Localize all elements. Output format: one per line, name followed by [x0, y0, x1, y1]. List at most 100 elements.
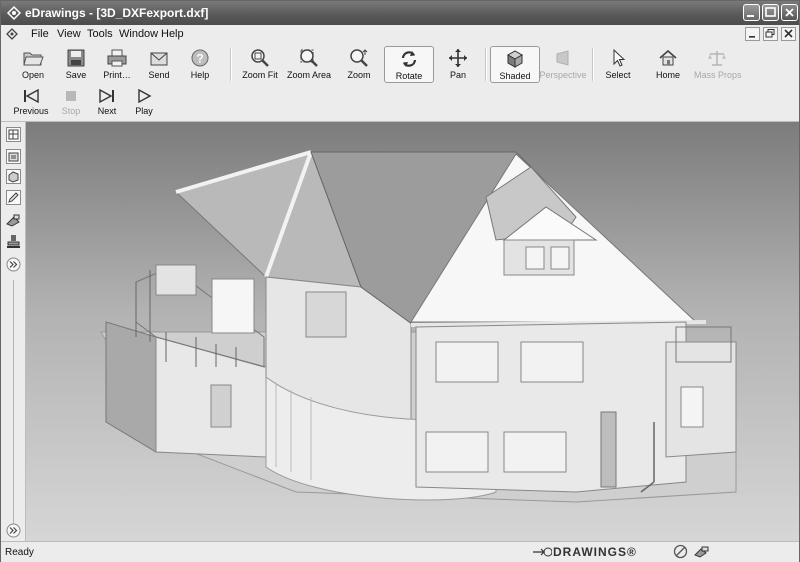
close-icon	[785, 8, 794, 17]
pan-button[interactable]: Pan	[436, 48, 480, 80]
save-disk-icon	[67, 49, 85, 67]
doc-restore-icon	[765, 29, 775, 38]
doc-close-icon	[784, 29, 793, 38]
next-icon	[99, 88, 114, 104]
print-label: Print…	[103, 70, 131, 80]
edrawings-app-icon	[6, 5, 22, 21]
configurations-panel-button[interactable]	[6, 169, 21, 184]
next-button[interactable]: Next	[91, 88, 123, 116]
components-panel-button[interactable]	[6, 149, 21, 164]
status-text: Ready	[5, 547, 34, 558]
zoom-area-label: Zoom Area	[286, 70, 332, 80]
stop-icon	[66, 91, 76, 101]
help-button[interactable]: ? Help	[178, 48, 222, 80]
select-button[interactable]: Select	[598, 48, 638, 80]
double-chevron-right-icon	[6, 523, 21, 538]
edrawings-logo-icon	[533, 547, 552, 557]
application-window: eDrawings - [3D_DXFexport.dxf] File View…	[0, 0, 800, 562]
rotate-button[interactable]: Rotate	[384, 46, 434, 83]
envelope-icon	[150, 52, 168, 66]
document-icon[interactable]	[5, 28, 19, 41]
select-label: Select	[605, 70, 631, 80]
menu-window[interactable]: Window	[119, 28, 158, 40]
mass-props-button[interactable]: Mass Props	[694, 48, 742, 80]
rotate-label: Rotate	[395, 71, 423, 81]
status-bar: Ready DRAWINGS®	[1, 541, 799, 562]
toolbar-separator	[592, 48, 594, 81]
doc-restore-button[interactable]	[763, 27, 778, 41]
pan-label: Pan	[449, 70, 466, 80]
maximize-icon	[765, 7, 776, 17]
stop-label: Stop	[61, 106, 81, 116]
home-label: Home	[655, 70, 680, 80]
play-button[interactable]: Play	[129, 88, 159, 116]
home-button[interactable]: Home	[648, 48, 688, 80]
play-label: Play	[135, 106, 153, 116]
help-label: Help	[190, 70, 210, 80]
send-label: Send	[148, 70, 170, 80]
perspective-button[interactable]: Perspective	[539, 48, 587, 80]
minimize-button[interactable]	[743, 4, 760, 21]
doc-minimize-button[interactable]	[745, 27, 760, 41]
no-network-icon[interactable]	[673, 544, 688, 559]
sheets-panel-button[interactable]	[6, 127, 21, 142]
measure-status-icon[interactable]	[694, 545, 710, 558]
house-3d-model[interactable]	[26, 122, 799, 541]
zoom-fit-icon	[251, 49, 269, 67]
zoom-icon	[350, 49, 368, 67]
playback-toolbar: Previous Stop Next Play	[1, 85, 799, 122]
shaded-button[interactable]: Shaded	[490, 46, 540, 83]
menu-tools[interactable]: Tools	[87, 28, 113, 40]
doc-minimize-icon	[749, 36, 755, 38]
measure-icon	[6, 214, 20, 227]
select-arrow-icon	[613, 48, 626, 67]
stamp-panel-button[interactable]	[6, 234, 21, 249]
zoom-area-button[interactable]: Zoom Area	[285, 48, 333, 80]
menu-view[interactable]: View	[57, 28, 81, 40]
zoom-fit-label: Zoom Fit	[242, 70, 278, 80]
play-icon	[138, 88, 152, 104]
previous-label: Previous	[13, 106, 49, 116]
expand-panel-button[interactable]	[6, 257, 21, 272]
toolbar-separator	[485, 48, 487, 81]
home-icon	[659, 49, 677, 66]
markup-panel-button[interactable]	[6, 190, 21, 205]
previous-icon	[24, 88, 39, 104]
components-icon	[8, 152, 19, 162]
minimize-icon	[747, 15, 754, 17]
perspective-label: Perspective	[539, 70, 587, 80]
zoom-button[interactable]: Zoom	[337, 48, 381, 80]
window-title: eDrawings - [3D_DXFexport.dxf]	[25, 6, 209, 20]
open-button[interactable]: Open	[11, 48, 55, 80]
printer-icon	[107, 49, 127, 67]
scale-icon	[708, 51, 726, 66]
save-button[interactable]: Save	[54, 48, 98, 80]
previous-button[interactable]: Previous	[11, 88, 51, 116]
expand-panel-bottom-button[interactable]	[6, 523, 21, 538]
menu-help[interactable]: Help	[161, 28, 184, 40]
close-button[interactable]	[781, 4, 798, 21]
mass-props-label: Mass Props	[694, 70, 742, 80]
zoom-fit-button[interactable]: Zoom Fit	[238, 48, 282, 80]
doc-close-button[interactable]	[781, 27, 796, 41]
side-panel	[1, 122, 26, 541]
pan-icon	[449, 49, 467, 67]
main-toolbar: Open Save Print… Send ? Help Zoom Fit Zo…	[1, 44, 799, 86]
pencil-icon	[8, 192, 19, 203]
rotate-icon	[401, 51, 417, 67]
shaded-label: Shaded	[499, 71, 531, 81]
measure-panel-button[interactable]	[6, 212, 21, 227]
model-viewport[interactable]	[26, 122, 799, 541]
zoom-label: Zoom	[347, 70, 371, 80]
send-button[interactable]: Send	[137, 48, 181, 80]
perspective-icon	[556, 50, 569, 66]
title-bar[interactable]: eDrawings - [3D_DXFexport.dxf]	[1, 1, 799, 25]
print-button[interactable]: Print…	[95, 48, 139, 80]
menu-file[interactable]: File	[31, 28, 49, 40]
panel-divider	[13, 280, 14, 530]
svg-text:?: ?	[196, 52, 203, 66]
maximize-button[interactable]	[762, 4, 779, 21]
edrawings-brand: DRAWINGS®	[553, 545, 637, 559]
zoom-area-icon	[300, 49, 318, 67]
stop-button[interactable]: Stop	[57, 88, 85, 116]
